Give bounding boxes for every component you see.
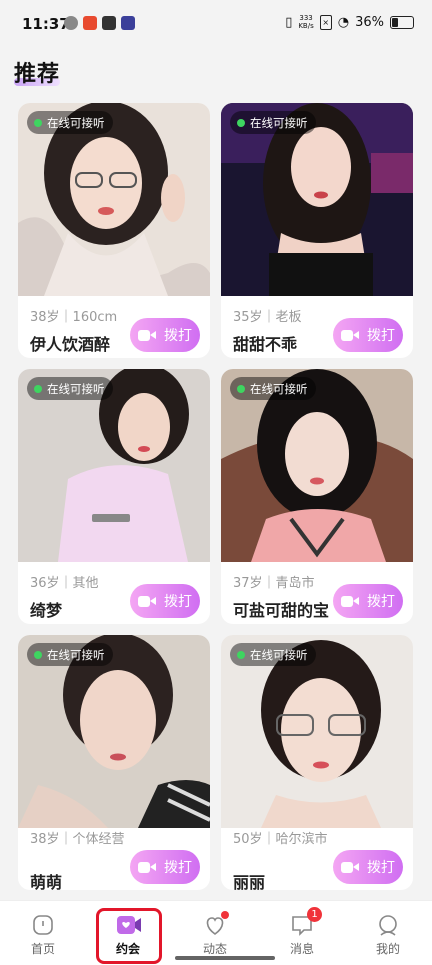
profile-icon xyxy=(376,913,400,937)
battery-icon xyxy=(390,15,414,29)
app-notification-icon xyxy=(64,16,78,30)
network-speed-unit: KB/s xyxy=(298,22,314,30)
home-icon xyxy=(31,913,55,937)
app-notification-icon xyxy=(83,16,97,30)
battery-percent: 36% xyxy=(355,14,384,30)
status-right: ▯ 333 KB/s × ◔ 36% xyxy=(285,14,414,30)
user-name: 甜甜不乖 xyxy=(233,335,298,354)
video-camera-icon xyxy=(341,595,359,608)
video-camera-icon xyxy=(341,861,359,874)
user-meta: 35岁｜老板 xyxy=(233,310,302,325)
nav-messages[interactable]: 1 消息 xyxy=(272,907,332,957)
call-button[interactable]: 拨打 xyxy=(333,850,403,884)
network-speed: 333 KB/s xyxy=(298,14,313,30)
notification-icons xyxy=(64,16,135,30)
sim-off-icon: × xyxy=(319,14,332,30)
user-photo[interactable]: 在线可接听 xyxy=(18,369,210,562)
online-status-label: 在线可接听 xyxy=(250,647,308,662)
online-status-label: 在线可接听 xyxy=(250,115,308,130)
online-dot-icon xyxy=(34,118,42,127)
user-photo[interactable]: 在线可接听 xyxy=(221,103,413,296)
online-status-badge: 在线可接听 xyxy=(27,111,113,134)
message-icon: 1 xyxy=(290,907,322,937)
video-camera-icon xyxy=(341,329,359,342)
network-speed-value: 333 xyxy=(299,14,313,22)
status-bar: 11:37 ▯ 333 KB/s × ◔ 36% xyxy=(0,0,432,52)
call-button-label: 拨打 xyxy=(164,594,192,610)
online-dot-icon xyxy=(237,118,245,127)
user-card[interactable]: 在线可接听 35岁｜老板 甜甜不乖 拨打 xyxy=(221,103,413,358)
user-name: 绮梦 xyxy=(30,601,63,620)
nav-mine[interactable]: 我的 xyxy=(358,913,418,957)
user-card[interactable]: 在线可接听 38岁｜个体经营 萌萌 拨打 xyxy=(18,635,210,890)
user-photo[interactable]: 在线可接听 xyxy=(18,635,210,828)
user-photo[interactable]: 在线可接听 xyxy=(221,635,413,828)
selection-highlight-box xyxy=(96,908,162,964)
user-card[interactable]: 在线可接听 38岁｜160cm 伊人饮酒醉 拨打 xyxy=(18,103,210,358)
online-status-label: 在线可接听 xyxy=(47,647,105,662)
online-status-label: 在线可接听 xyxy=(250,381,308,396)
user-meta: 38岁｜160cm xyxy=(30,310,118,325)
mail-icon xyxy=(102,16,116,30)
call-button[interactable]: 拨打 xyxy=(333,318,403,352)
play-icon xyxy=(121,16,135,30)
user-name: 萌萌 xyxy=(30,873,63,890)
video-camera-icon xyxy=(138,595,156,608)
vibrate-icon: ▯ xyxy=(285,14,293,30)
call-button[interactable]: 拨打 xyxy=(130,584,200,618)
moments-badge-dot xyxy=(221,911,229,919)
call-button-label: 拨打 xyxy=(164,328,192,344)
user-card[interactable]: 在线可接听 36岁｜其他 绮梦 拨打 xyxy=(18,369,210,624)
online-status-badge: 在线可接听 xyxy=(230,643,316,666)
messages-badge-count: 1 xyxy=(307,907,322,922)
user-card[interactable]: 在线可接听 37岁｜青岛市 可盐可甜的宝 拨打 xyxy=(221,369,413,624)
call-button[interactable]: 拨打 xyxy=(333,584,403,618)
online-status-label: 在线可接听 xyxy=(47,115,105,130)
status-time: 11:37 xyxy=(22,15,70,33)
user-meta: 36岁｜其他 xyxy=(30,576,99,591)
online-status-label: 在线可接听 xyxy=(47,381,105,396)
call-button-label: 拨打 xyxy=(367,860,395,876)
call-button-label: 拨打 xyxy=(164,860,192,876)
online-dot-icon xyxy=(34,650,42,659)
user-meta: 50岁｜哈尔滨市 xyxy=(233,832,328,847)
user-card[interactable]: 在线可接听 50岁｜哈尔滨市 丽丽 拨打 xyxy=(221,635,413,890)
nav-home[interactable]: 首页 xyxy=(13,913,73,957)
nav-moments[interactable]: 动态 xyxy=(185,911,245,957)
user-meta: 38岁｜个体经营 xyxy=(30,832,125,847)
home-indicator xyxy=(175,956,275,960)
user-photo[interactable]: 在线可接听 xyxy=(18,103,210,296)
heart-icon xyxy=(203,911,229,937)
online-status-badge: 在线可接听 xyxy=(230,377,316,400)
user-photo[interactable]: 在线可接听 xyxy=(221,369,413,562)
nav-moments-label: 动态 xyxy=(202,942,227,956)
video-camera-icon xyxy=(138,329,156,342)
nav-home-label: 首页 xyxy=(30,942,55,956)
call-button-label: 拨打 xyxy=(367,328,395,344)
online-status-badge: 在线可接听 xyxy=(27,643,113,666)
call-button[interactable]: 拨打 xyxy=(130,850,200,884)
wifi-icon: ◔ xyxy=(337,14,350,30)
online-status-badge: 在线可接听 xyxy=(230,111,316,134)
online-status-badge: 在线可接听 xyxy=(27,377,113,400)
call-button-label: 拨打 xyxy=(367,594,395,610)
user-name: 伊人饮酒醉 xyxy=(30,335,111,354)
user-meta: 37岁｜青岛市 xyxy=(233,576,315,591)
user-name: 可盐可甜的宝 xyxy=(233,601,330,620)
nav-messages-label: 消息 xyxy=(289,942,314,956)
nav-mine-label: 我的 xyxy=(375,942,400,956)
page-title: 推荐 xyxy=(14,62,61,87)
online-dot-icon xyxy=(237,650,245,659)
call-button[interactable]: 拨打 xyxy=(130,318,200,352)
online-dot-icon xyxy=(34,384,42,393)
video-camera-icon xyxy=(138,861,156,874)
online-dot-icon xyxy=(237,384,245,393)
user-name: 丽丽 xyxy=(233,873,266,890)
